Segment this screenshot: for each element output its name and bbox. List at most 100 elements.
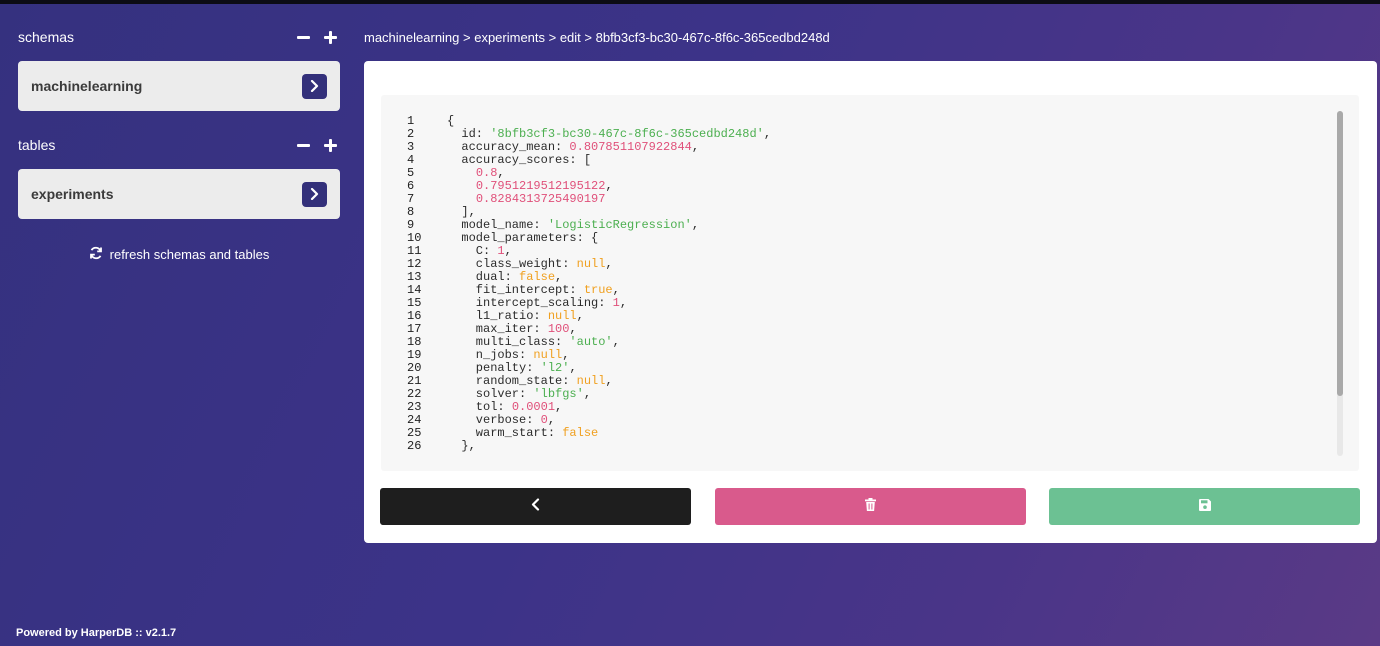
code-token: , [569, 361, 577, 375]
code-token: '8bfb3cf3-bc30-467c-8f6c-365cedbd248d' [490, 127, 764, 141]
code-token: 0.7951219512195122 [475, 179, 606, 193]
schemas-header: schemas [18, 24, 340, 50]
code-token: 'auto' [569, 335, 613, 349]
editor-scrollbar-thumb[interactable] [1337, 111, 1343, 396]
top-bar [0, 0, 1380, 4]
code-token: 0.0001 [511, 400, 556, 414]
code-token: false [519, 270, 556, 284]
code-token: random_state: [447, 374, 577, 388]
delete-button[interactable] [715, 488, 1026, 525]
refresh-schemas-link[interactable]: refresh schemas and tables [18, 246, 340, 263]
code-token: solver: [447, 387, 534, 401]
add-table-icon[interactable] [324, 138, 337, 152]
code-token: n_jobs: [447, 348, 534, 362]
code-token: , [555, 270, 563, 284]
code-token: , [555, 400, 563, 414]
code-token: , [605, 179, 613, 193]
code-token: 1 [612, 296, 620, 310]
tables-controls [297, 138, 337, 152]
code-token: true [583, 283, 613, 297]
code-token: 'lbfgs' [533, 387, 584, 401]
code-token: l1_ratio: [447, 309, 548, 323]
sidebar: schemas machinelearning tables experimen… [18, 24, 340, 263]
refresh-label: refresh schemas and tables [109, 247, 270, 262]
chevron-right-icon[interactable] [302, 181, 327, 207]
code-token: false [562, 426, 599, 440]
schema-item-label: machinelearning [31, 78, 143, 94]
code-token: , [605, 374, 613, 388]
code-token: { [447, 114, 455, 128]
table-item-experiments[interactable]: experiments [18, 169, 340, 219]
code-token: model_name: [447, 218, 548, 232]
edit-panel: 1{2 id: '8bfb3cf3-bc30-467c-8f6c-365cedb… [364, 61, 1377, 543]
code-token: , [619, 296, 628, 310]
code-token: tol: [447, 400, 512, 414]
code-token: null [533, 348, 563, 362]
trash-icon [865, 497, 876, 516]
editor-scrollbar[interactable] [1337, 111, 1343, 456]
code-token: fit_intercept: [447, 283, 584, 297]
code-token: 'l2' [540, 361, 570, 375]
code-token: 100 [547, 322, 570, 336]
table-item-label: experiments [31, 186, 114, 202]
remove-schema-icon[interactable] [297, 31, 310, 44]
code-token: }, [447, 439, 476, 453]
code-token: 0.807851107922844 [569, 140, 692, 154]
breadcrumb: machinelearning > experiments > edit > 8… [364, 30, 830, 45]
code-token: null [576, 374, 606, 388]
code-token: , [504, 244, 512, 258]
code-token: , [691, 140, 700, 154]
footer-powered-by: Powered by HarperDB :: v2.1.7 [16, 627, 177, 639]
code-token: 0.8284313725490197 [475, 192, 606, 206]
code-token: verbose: [447, 413, 541, 427]
schemas-title: schemas [18, 29, 75, 45]
code-content[interactable]: 1{2 id: '8bfb3cf3-bc30-467c-8f6c-365cedb… [407, 115, 771, 453]
code-token: null [576, 257, 606, 271]
code-token: , [691, 218, 700, 232]
code-token: dual: [447, 270, 520, 284]
code-token: id: [447, 127, 491, 141]
code-token: intercept_scaling: [447, 296, 613, 310]
chevron-right-icon[interactable] [302, 73, 327, 99]
add-schema-icon[interactable] [324, 30, 337, 44]
code-token: C: [447, 244, 498, 258]
code-token: accuracy_mean: [447, 140, 570, 154]
code-line[interactable]: 26 }, [407, 440, 771, 453]
code-token: 0.8 [475, 166, 498, 180]
refresh-icon [89, 246, 103, 263]
code-token: , [497, 166, 505, 180]
chevron-left-icon [531, 497, 540, 516]
code-token: penalty: [447, 361, 541, 375]
code-token: , [605, 257, 613, 271]
code-token: , [547, 413, 556, 427]
code-token: 'LogisticRegression' [547, 218, 692, 232]
code-token: , [562, 348, 570, 362]
code-token: max_iter: [447, 322, 548, 336]
code-token: class_weight: [447, 257, 577, 271]
back-button[interactable] [380, 488, 691, 525]
code-token: ], [447, 205, 476, 219]
floppy-disk-icon [1198, 498, 1211, 516]
code-token: warm_start: [447, 426, 563, 440]
code-token: 0 [540, 413, 548, 427]
code-token: , [612, 335, 620, 349]
code-token: , [569, 322, 577, 336]
schema-item-machinelearning[interactable]: machinelearning [18, 61, 340, 111]
line-number: 26 [407, 439, 422, 453]
code-token: 1 [497, 244, 505, 258]
code-token: multi_class: [447, 335, 570, 349]
line-source: }, [447, 439, 476, 453]
tables-title: tables [18, 137, 56, 153]
code-token: model_parameters: { [447, 231, 599, 245]
code-editor[interactable]: 1{2 id: '8bfb3cf3-bc30-467c-8f6c-365cedb… [381, 95, 1359, 471]
save-button[interactable] [1049, 488, 1360, 525]
code-token: , [583, 387, 592, 401]
tables-header: tables [18, 132, 340, 158]
schemas-controls [297, 30, 337, 44]
remove-table-icon[interactable] [297, 139, 310, 152]
code-token: , [763, 127, 772, 141]
code-token: null [547, 309, 577, 323]
